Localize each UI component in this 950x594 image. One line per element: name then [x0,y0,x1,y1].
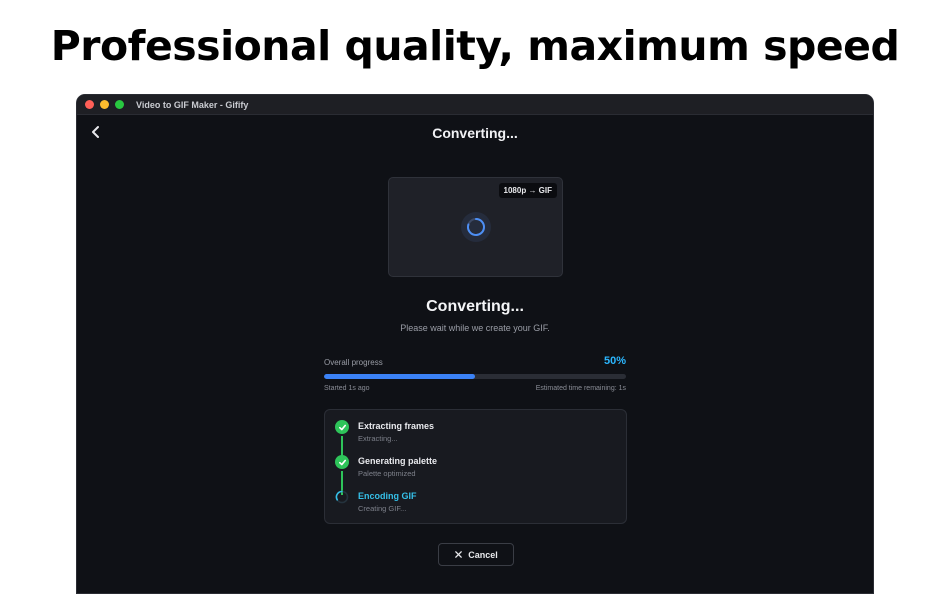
title-bar: Video to GIF Maker - Gifify [77,95,873,115]
check-icon [335,420,349,434]
format-badge: 1080p → GIF [498,183,557,198]
minimize-window-button[interactable] [100,100,109,109]
close-window-button[interactable] [85,100,94,109]
loading-spinner-icon [461,212,491,242]
step-encoding-gif: Encoding GIF Creating GIF... [335,490,615,520]
window-title: Video to GIF Maker - Gifify [136,99,249,110]
status-subtitle: Please wait while we create your GIF. [400,323,550,333]
step-subtitle: Palette optimized [358,469,416,478]
progress-bar-fill [324,374,475,379]
step-subtitle: Creating GIF... [358,504,407,513]
marketing-headline: Professional quality, maximum speed [50,22,900,70]
started-time: Started 1s ago [324,385,370,392]
step-generating-palette: Generating palette Palette optimized [335,455,615,485]
conversion-steps: Extracting frames Extracting... Generati… [324,409,627,524]
video-preview: 1080p → GIF [388,177,563,277]
check-icon [335,455,349,469]
estimated-time-remaining: Estimated time remaining: 1s [535,385,626,392]
close-icon [455,551,463,558]
step-extracting-frames: Extracting frames Extracting... [335,420,615,450]
progress-bar [324,374,626,379]
loading-spinner-icon [335,490,349,504]
zoom-window-button[interactable] [115,100,124,109]
step-title: Extracting frames [358,421,435,431]
progress-percent: 50% [603,355,626,367]
status-title: Converting... [426,298,524,315]
app-window: Video to GIF Maker - Gifify Converting..… [76,94,874,594]
page-title: Converting... [432,125,518,141]
cancel-button[interactable]: Cancel [438,543,514,566]
step-title: Encoding GIF [358,491,417,501]
cancel-label: Cancel [468,549,498,560]
progress-label: Overall progress [324,358,383,367]
step-subtitle: Extracting... [358,434,398,443]
step-title: Generating palette [358,456,438,466]
